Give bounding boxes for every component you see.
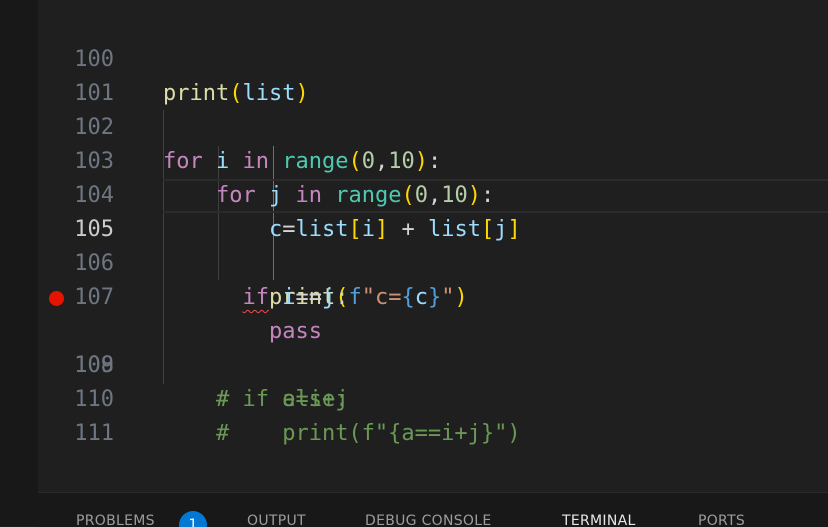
code-line-100[interactable]: 100 print(list) <box>38 9 828 106</box>
code-line-108[interactable]: 108 # if else: <box>38 281 828 412</box>
tab-debug-console[interactable]: DEBUG CONSOLE <box>365 513 492 527</box>
code-line-104[interactable]: 104 c=list[i] + list[j] <box>38 145 828 242</box>
breakpoint-icon[interactable] <box>49 291 64 306</box>
code-line-109[interactable]: 109 # a=i+j <box>38 315 828 412</box>
code-line-99-fragment: ppe ( ) <box>163 0 454 4</box>
problems-count-badge: 1 <box>179 511 207 527</box>
code-line-110[interactable]: 110 # print(f"{a==i+j}") <box>38 349 828 446</box>
activity-bar <box>0 0 38 526</box>
code-line-105[interactable]: 105 print(f"c={c}") <box>38 179 828 310</box>
tab-ports[interactable]: PORTS <box>698 513 745 527</box>
tab-problems[interactable]: PROBLEMS <box>76 513 155 527</box>
current-line-highlight <box>163 179 828 213</box>
line-number: 111 <box>74 421 114 446</box>
code-editor[interactable]: ppe ( ) 100 print(list) 101 102 for i in… <box>38 0 828 492</box>
code-line-102[interactable]: 102 for i in range(0,10): <box>38 77 828 174</box>
code-line-107[interactable]: 107 pass <box>38 247 828 344</box>
code-line-111[interactable]: 111 <box>38 383 828 446</box>
bottom-panel: PROBLEMS 1 OUTPUT DEBUG CONSOLE TERMINAL… <box>38 492 828 527</box>
code-line-106[interactable]: 106 if i==j: <box>38 213 828 310</box>
tab-terminal[interactable]: TERMINAL <box>562 513 636 527</box>
code-line-103[interactable]: 103 for j in range(0,10): <box>38 111 828 208</box>
code-line-101[interactable]: 101 <box>38 43 828 106</box>
tab-output[interactable]: OUTPUT <box>247 513 306 527</box>
